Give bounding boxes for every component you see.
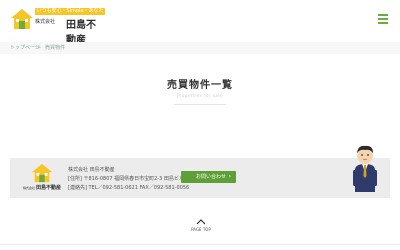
title-divider [174, 104, 226, 105]
footer-logo-company: 田島不動産 [36, 185, 62, 191]
breadcrumb-current: 売買物件 [45, 45, 66, 51]
contact-button-label: お問い合わせ [196, 174, 227, 180]
footer-phone-fax: [連絡先] TEL／092-581-0621 FAX／092-581-0056 [68, 185, 190, 191]
page-top-label: PAGE TOP [191, 227, 211, 232]
chevron-up-icon [196, 219, 206, 225]
page-title: 売買物件一覧 [167, 80, 233, 91]
page-subtitle: Properties for sale [177, 93, 223, 98]
site-header: いつも安心・Simple・あなたの 株式会社 田島不動産 [0, 0, 400, 46]
house-logo-icon [31, 163, 53, 183]
site-logo[interactable]: いつも安心・Simple・あなたの 株式会社 田島不動産 [10, 7, 105, 46]
breadcrumb-separator: > [37, 45, 42, 51]
arrow-right-icon: › [228, 173, 231, 180]
breadcrumb-home-link[interactable]: トップページ [10, 42, 40, 54]
logo-tagline: いつも安心・Simple・あなたの [35, 8, 105, 21]
footer-logo-small: 株式会社 [22, 186, 35, 190]
breadcrumb: トップページ > 売買物件 [0, 42, 400, 54]
businessman-mascot-illustration [353, 145, 377, 192]
house-logo-icon [11, 9, 33, 29]
bottom-divider [0, 244, 400, 245]
footer-company-info: 株式会社 田島不動産 [住所] 〒816-0807 福岡県春日市宝町2-3 田島… [68, 166, 190, 193]
logo-small-text: 株式会社 [35, 19, 56, 25]
hamburger-menu-icon[interactable] [378, 14, 388, 24]
footer-logo-name: 株式会社田島不動産 [22, 184, 62, 191]
contact-button[interactable]: お問い合わせ › [181, 171, 236, 183]
footer-company-name: 株式会社 田島不動産 [68, 167, 115, 173]
footer-logo[interactable]: 株式会社田島不動産 [22, 162, 62, 194]
page-top-button[interactable]: PAGE TOP [186, 218, 216, 234]
footer-address: [住所] 〒816-0807 福岡県春日市宝町2-3 田島ビル1F [68, 176, 190, 182]
